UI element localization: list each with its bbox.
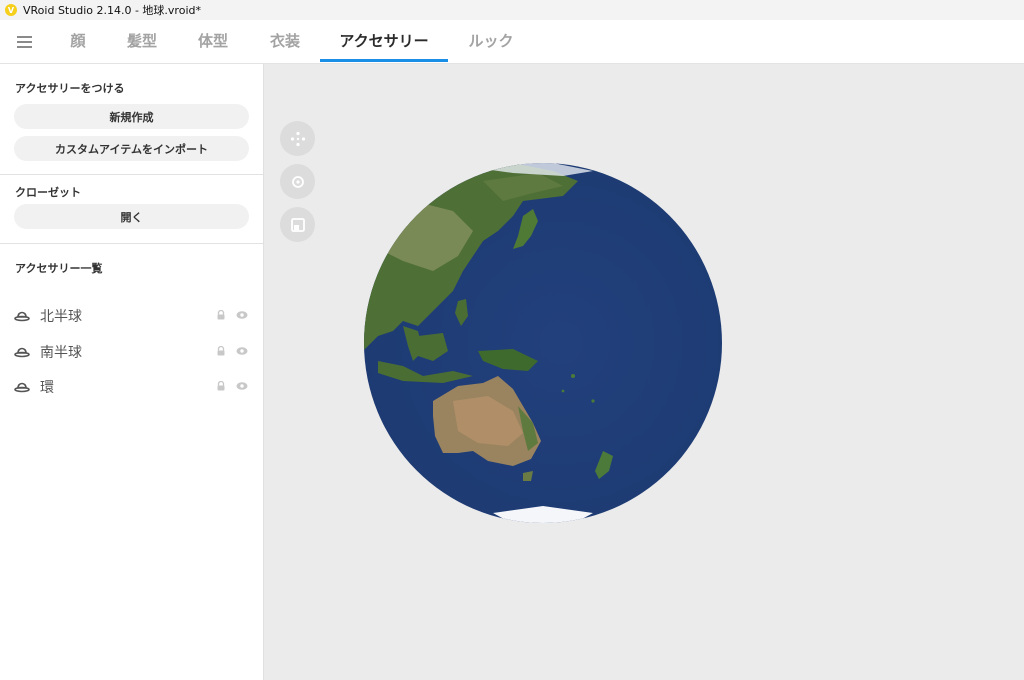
lock-icon[interactable] (216, 346, 226, 356)
tab-outfit[interactable]: 衣装 (264, 20, 306, 63)
hat-icon (14, 382, 30, 393)
open-closet-button[interactable]: 開く (14, 204, 249, 229)
vroid-logo-icon: V (5, 4, 17, 16)
3d-viewport[interactable] (264, 64, 1024, 680)
section-divider (0, 243, 263, 244)
list-item[interactable]: 北半球 (0, 300, 263, 330)
hat-icon (14, 311, 30, 322)
hamburger-menu-icon[interactable] (17, 36, 32, 48)
visibility-eye-icon[interactable] (236, 310, 248, 320)
hat-icon (14, 347, 30, 358)
active-tab-indicator (320, 59, 448, 62)
window-titlebar: V VRoid Studio 2.14.0 - 地球.vroid* (0, 0, 1024, 20)
lock-icon[interactable] (216, 381, 226, 391)
tab-look[interactable]: ルック (462, 20, 520, 63)
window-title: VRoid Studio 2.14.0 - 地球.vroid* (23, 4, 201, 17)
closet-title: クローゼット (15, 186, 81, 199)
tab-body[interactable]: 体型 (192, 20, 234, 63)
top-navigation: 顔 髪型 体型 衣装 アクセサリー ルック (0, 20, 1024, 64)
accessory-name: 北半球 (40, 309, 82, 325)
accessory-list-title: アクセサリー一覧 (15, 262, 103, 275)
accessory-name: 南半球 (40, 345, 82, 361)
list-item[interactable]: 南半球 (0, 336, 263, 366)
visibility-eye-icon[interactable] (236, 381, 248, 391)
rotate-icon[interactable] (280, 164, 315, 199)
accessory-name: 環 (40, 380, 54, 396)
attach-accessory-title: アクセサリーをつける (15, 82, 125, 95)
import-custom-item-button[interactable]: カスタムアイテムをインポート (14, 136, 249, 161)
frame-icon[interactable] (280, 207, 315, 242)
tab-accessory[interactable]: アクセサリー (320, 20, 448, 63)
move-icon[interactable] (280, 121, 315, 156)
tab-hairstyle[interactable]: 髪型 (122, 20, 162, 63)
sidebar: アクセサリーをつける 新規作成 カスタムアイテムをインポート クローゼット 開く… (0, 64, 264, 680)
tab-face[interactable]: 顔 (62, 20, 94, 63)
section-divider (0, 174, 263, 175)
new-accessory-button[interactable]: 新規作成 (14, 104, 249, 129)
visibility-eye-icon[interactable] (236, 346, 248, 356)
list-item[interactable]: 環 (0, 371, 263, 401)
earth-globe-model[interactable] (363, 161, 723, 524)
lock-icon[interactable] (216, 310, 226, 320)
